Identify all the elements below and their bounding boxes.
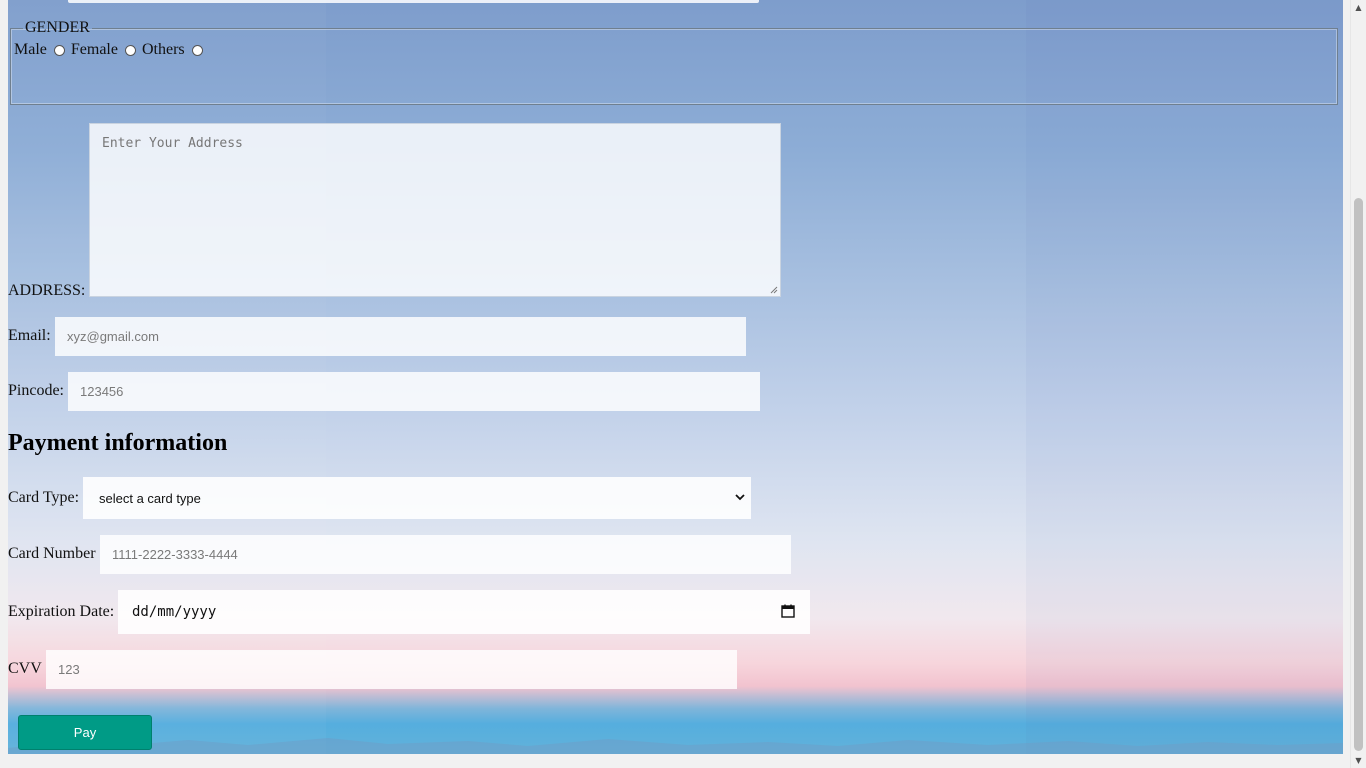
address-label: ADDRESS: — [8, 282, 86, 299]
resize-grip-icon[interactable] — [770, 286, 778, 294]
chevron-down-icon — [735, 494, 745, 501]
radio-others[interactable] — [191, 44, 203, 56]
scroll-up-arrow-icon[interactable]: ▲ — [1351, 0, 1366, 15]
calendar-icon[interactable] — [781, 604, 795, 618]
pay-button[interactable]: Pay — [18, 715, 152, 750]
email-label: Email: — [8, 327, 51, 344]
radio-male[interactable] — [53, 44, 65, 56]
card-type-label: Card Type: — [8, 489, 80, 506]
card-number-field[interactable]: 1111-2222-3333-4444 — [100, 535, 791, 574]
email-field[interactable]: xyz@gmail.com — [55, 317, 746, 356]
background-panel-right — [1026, 0, 1343, 754]
gender-fieldset: GENDER — [10, 19, 1338, 105]
gender-options: Male Female Others — [14, 41, 209, 59]
gender-legend: GENDER — [25, 19, 90, 36]
expiration-value: dd/mm/yyyy — [132, 604, 217, 620]
scroll-thumb[interactable] — [1354, 198, 1363, 751]
previous-field[interactable] — [68, 0, 759, 3]
gender-label-male: Male — [14, 41, 47, 58]
pincode-label: Pincode: — [8, 382, 64, 399]
expiration-date-input[interactable]: dd/mm/yyyy — [118, 590, 810, 634]
scroll-down-arrow-icon[interactable]: ▼ — [1351, 753, 1366, 768]
gender-label-female: Female — [70, 41, 118, 58]
address-placeholder: Enter Your Address — [102, 136, 243, 151]
payment-heading: Payment information — [8, 430, 228, 456]
pincode-placeholder: 123456 — [80, 384, 124, 399]
card-type-select[interactable]: select a card type — [83, 477, 751, 519]
cvv-label: CVV — [8, 660, 42, 677]
card-type-selected: select a card type — [99, 490, 201, 506]
pincode-field[interactable]: 123456 — [68, 372, 760, 411]
cvv-field[interactable]: 123 — [46, 650, 737, 689]
radio-female[interactable] — [124, 44, 136, 56]
address-textarea[interactable]: Enter Your Address — [89, 123, 781, 297]
mountains-silhouette — [8, 738, 1343, 754]
card-number-placeholder: 1111-2222-3333-4444 — [112, 547, 238, 562]
email-placeholder: xyz@gmail.com — [67, 329, 159, 344]
card-number-label: Card Number — [8, 545, 96, 562]
page-scrollbar[interactable]: ▲ ▼ — [1350, 0, 1366, 768]
gender-label-others: Others — [141, 41, 185, 58]
expiration-label: Expiration Date: — [8, 603, 115, 620]
cvv-placeholder: 123 — [58, 662, 80, 677]
page-viewport: GENDER Male Female Others ADDRESS: Enter… — [0, 0, 1366, 768]
